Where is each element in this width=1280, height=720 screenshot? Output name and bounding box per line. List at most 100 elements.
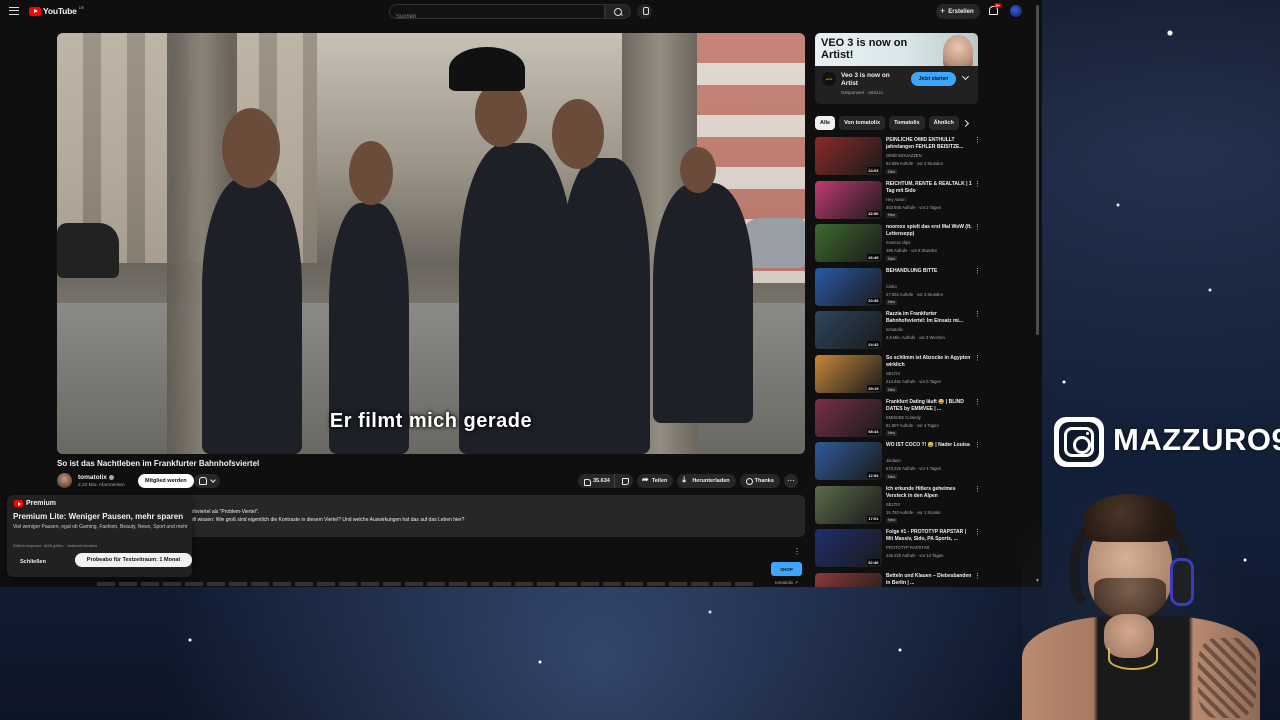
chip-all[interactable]: Alle xyxy=(815,116,836,130)
chip-from-channel[interactable]: Von tomatolix xyxy=(839,116,886,130)
new-badge: Neu xyxy=(886,299,897,305)
recommendation-channel[interactable]: Cinko xyxy=(886,284,897,289)
more-options-icon[interactable]: ⋮ xyxy=(974,311,981,318)
recommendation-channel[interactable]: OMID MOUAZZEN xyxy=(886,153,922,158)
recommendation-channel[interactable]: PROTOTYP RAPSTAR xyxy=(886,545,930,550)
chevron-right-icon[interactable] xyxy=(961,119,970,128)
video-frame-police-cap xyxy=(449,47,525,91)
close-button[interactable]: Schließen xyxy=(20,559,46,565)
recommendation-meta: 385 Aufrufe · vor 8 Stunden xyxy=(886,248,938,254)
more-options-icon[interactable]: ⋮ xyxy=(974,181,981,188)
recommendation-item[interactable]: 12:54 WO IST COCO ?! 😭 | Nader Louisa Jind… xyxy=(815,442,990,484)
recommendation-channel[interactable]: SELTIX xyxy=(886,502,900,507)
dislike-button[interactable] xyxy=(613,474,633,488)
more-options-icon[interactable]: ⋮ xyxy=(793,547,801,556)
recommendation-item[interactable]: 39:19 So schlimm ist Abzocke in Ägypten w… xyxy=(815,355,990,397)
recommendation-title[interactable]: WO IST COCO ?! 😭 | Nader Louisa xyxy=(886,442,972,449)
more-options-icon[interactable]: ⋮ xyxy=(974,573,981,580)
recommendation-item[interactable]: 32:56 REICHTUM, RENTE & REALTALK | 1 Tag … xyxy=(815,180,990,223)
more-options-icon[interactable]: ⋮ xyxy=(974,442,981,449)
recommendation-item[interactable]: 20:36 BEHANDLUNG BITTE Cinko 27.002 Aufrufe… xyxy=(815,267,990,310)
search-icon[interactable] xyxy=(605,4,631,19)
more-actions-icon[interactable]: ⋯ xyxy=(783,474,798,488)
shop-button[interactable]: SHOP xyxy=(771,562,802,576)
microphone-icon[interactable] xyxy=(637,4,652,19)
recommendation-channel[interactable]: Hey Aaron xyxy=(886,197,906,202)
menu-icon[interactable] xyxy=(9,7,19,15)
create-label: Erstellen xyxy=(948,8,974,15)
video-thumbnail[interactable]: 24:42 xyxy=(815,311,882,350)
more-options-icon[interactable]: ⋮ xyxy=(974,355,981,362)
recommendation-meta: 84.599 Aufrufe · vor 4 Stunden xyxy=(886,161,944,166)
account-avatar[interactable] xyxy=(1010,5,1022,17)
recommendation-title[interactable]: Razzia im Frankfurter Bahnhofsviertel: I… xyxy=(886,311,972,325)
video-thumbnail[interactable]: 24:03 xyxy=(815,137,882,175)
channel-name[interactable]: tomatolix xyxy=(78,474,114,481)
like-button[interactable]: 35.634 xyxy=(578,474,614,488)
recommendation-item[interactable]: 24:03 PEINLICHE OMID ENTHÜLLT jahrelangen… xyxy=(815,137,990,179)
video-thumbnail[interactable]: 17:01 xyxy=(815,485,882,524)
ad-cta-button[interactable]: Jetzt starten xyxy=(911,72,956,86)
share-icon xyxy=(642,475,649,484)
video-duration: 24:03 xyxy=(866,167,880,173)
recommendation-title[interactable]: noorexx spielt das erst Mal WoW (ft. Let… xyxy=(886,224,972,238)
instagram-icon-glyph xyxy=(1064,427,1094,457)
recommendation-item[interactable]: 58:44 Frankfurt Dating läuft 😂 | BLIND DA… xyxy=(815,398,990,441)
recommendation-item[interactable]: 24:42 Razzia im Frankfurter Bahnhofsviert… xyxy=(815,311,990,353)
webcam-tattoo xyxy=(1198,638,1256,718)
new-badge: Neu xyxy=(886,387,897,392)
recommendation-item[interactable]: 52:46 Folge #1 - PROTOTYP RAPSTAR | Mit M… xyxy=(815,529,990,571)
youtube-logo[interactable]: YouTube DE xyxy=(29,5,84,16)
ad-banner[interactable]: VEO 3 is now on Artist! xyxy=(815,33,978,66)
recommendation-title[interactable]: REICHTUM, RENTE & REALTALK | 1 Tag mit S… xyxy=(886,181,972,195)
more-options-icon[interactable]: ⋮ xyxy=(974,268,981,275)
recommendation-title[interactable]: BEHANDLUNG BITTE xyxy=(886,268,972,275)
recommendation-title[interactable]: Folge #1 - PROTOTYP RAPSTAR | Mit Massiv… xyxy=(886,529,972,543)
trial-button[interactable]: Probeabo für Testzeitraum: 1 Monat xyxy=(75,553,192,567)
more-options-icon[interactable]: ⋮ xyxy=(974,529,981,536)
recommendation-title[interactable]: So schlimm ist Abzocke in Ägypten wirkli… xyxy=(886,355,972,369)
video-thumbnail[interactable]: 52:46 xyxy=(815,529,882,568)
shop-link[interactable]: tomatolix ↗ xyxy=(775,580,798,586)
thanks-button[interactable]: Thanks xyxy=(739,474,780,488)
video-player[interactable]: Er filmt mich gerade xyxy=(57,33,805,454)
recommendation-item[interactable]: Betteln und Klauen – Diebesbanden in Ber… xyxy=(815,573,990,587)
recommendation-channel[interactable]: tomatolix xyxy=(886,327,903,332)
ad-title[interactable]: Veo 3 is now on Artist xyxy=(841,72,903,88)
more-options-icon[interactable]: ⋮ xyxy=(974,486,981,493)
video-thumbnail[interactable] xyxy=(815,573,882,587)
more-options-icon[interactable]: ⋮ xyxy=(974,399,981,406)
recommendation-item[interactable]: 17:01 Ich erkunde Hitlers geheimes Verste… xyxy=(815,485,990,528)
new-badge: Neu xyxy=(886,169,897,174)
recommendation-item[interactable]: 46:49 noorexx spielt das erst Mal WoW (ft… xyxy=(815,224,990,266)
more-options-icon[interactable]: ⋮ xyxy=(974,137,981,144)
video-frame-police-officer xyxy=(653,183,753,423)
video-thumbnail[interactable]: 58:44 xyxy=(815,398,882,437)
streamer-webcam xyxy=(1022,488,1260,720)
recommendation-title[interactable]: PEINLICHE OMID ENTHÜLLT jahrelangen FEHL… xyxy=(886,137,972,151)
join-button[interactable]: Mitglied werden xyxy=(138,474,194,488)
video-thumbnail[interactable]: 46:49 xyxy=(815,224,882,263)
create-button[interactable]: + Erstellen xyxy=(936,4,980,19)
video-thumbnail[interactable]: 20:36 xyxy=(815,267,882,306)
chip-channel[interactable]: Tomatolix xyxy=(889,116,925,130)
video-thumbnail[interactable]: 32:56 xyxy=(815,180,882,219)
share-button[interactable]: Teilen xyxy=(636,474,674,488)
chip-related[interactable]: Ähnlich xyxy=(928,116,959,130)
subscription-bell-dropdown[interactable] xyxy=(194,474,220,488)
recommendation-title[interactable]: Frankfurt Dating läuft 😂 | BLIND DATES b… xyxy=(886,399,972,413)
recommendation-channel[interactable]: SELTIX xyxy=(886,371,900,376)
video-thumbnail[interactable]: 12:54 xyxy=(815,442,882,481)
search-input[interactable] xyxy=(390,10,604,24)
recommendation-channel[interactable]: EMMVEE Comedy xyxy=(886,415,921,420)
recommendation-channel[interactable]: Jindaoo xyxy=(886,458,901,463)
thanks-label: Thanks xyxy=(754,478,774,484)
scrollbar-thumb[interactable] xyxy=(1036,5,1039,335)
video-thumbnail[interactable]: 39:19 xyxy=(815,355,882,393)
more-options-icon[interactable]: ⋮ xyxy=(974,224,981,231)
recommendation-title[interactable]: Ich erkunde Hitlers geheimes Versteck in… xyxy=(886,486,972,500)
channel-avatar[interactable] xyxy=(57,473,72,488)
recommendation-title[interactable]: Betteln und Klauen – Diebesbanden in Ber… xyxy=(886,573,972,587)
download-button[interactable]: Herunterladen xyxy=(677,474,736,488)
recommendation-channel[interactable]: noorexx clips xyxy=(886,240,910,245)
